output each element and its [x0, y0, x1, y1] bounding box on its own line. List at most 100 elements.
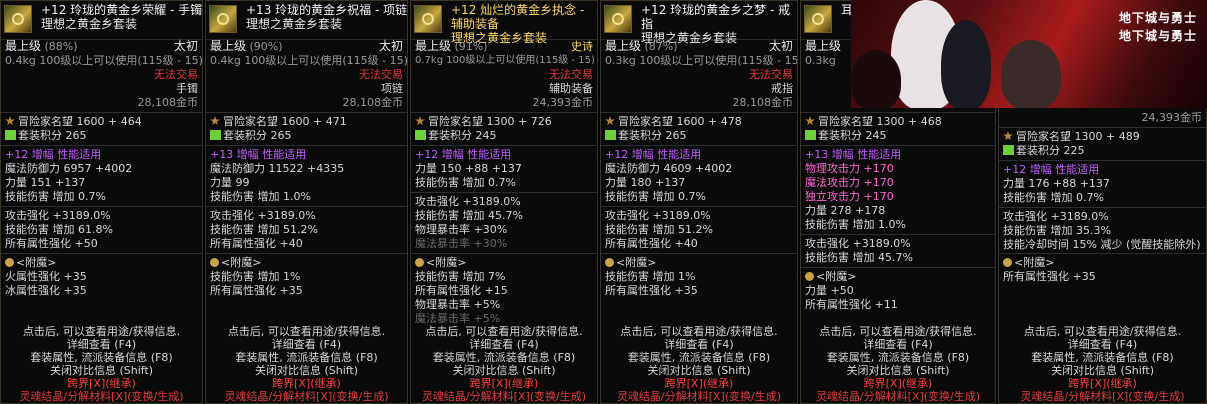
footer-line: 关闭对比信息 (Shift) — [49, 364, 154, 377]
stat-line: 技能伤害 增加 0.7% — [415, 176, 516, 189]
stat-line: 技能伤害 增加 1.0% — [210, 190, 311, 203]
footer-line: 点击后, 可以查看用途/获得信息. — [620, 325, 778, 338]
stat-line: 魔法暴击率 +30% — [415, 237, 508, 250]
stat-line: 魔法防御力 6957 +4002 — [5, 162, 133, 175]
set-points-label: 套装积分 — [428, 129, 472, 142]
slot-type: 戒指 — [771, 82, 793, 95]
fame-label: 冒险家名望 — [818, 115, 873, 128]
fame-label: 冒险家名望 — [618, 115, 673, 128]
auxiliary-equipment-icon — [414, 5, 442, 33]
fame-label: 冒险家名望 — [428, 115, 483, 128]
rarity: 太初 — [378, 39, 403, 53]
fame-icon — [1003, 131, 1013, 141]
amplify-line: +13 增幅 性能适用 — [805, 148, 902, 161]
footer-line: 跨界[X](继承) — [272, 377, 341, 390]
item-title: +13 玲珑的黄金乡祝福 - 项链 — [246, 3, 408, 17]
stat-line: 力量 151 +137 — [5, 176, 86, 189]
enchant-header: <附魔> — [1014, 256, 1055, 269]
footer-line: 点击后, 可以查看用途/获得信息. — [425, 325, 583, 338]
stat-line: 技能伤害 增加 45.7% — [805, 251, 913, 264]
enchant-icon — [805, 272, 814, 281]
enchant-header: <附魔> — [221, 256, 262, 269]
fame-value: 1300 + 489 — [1074, 130, 1140, 143]
grade-pct: (90%) — [249, 40, 283, 53]
tooltip-footer: 点击后, 可以查看用途/获得信息. 详细查看 (F4) 套装属性, 流派装备信息… — [801, 325, 995, 403]
footer-line: 跨界[X](继承) — [664, 377, 734, 390]
fame-value: 1300 + 726 — [486, 115, 552, 128]
weight: 0.4kg — [5, 54, 36, 67]
enchant-line: 所有属性强化 +11 — [805, 298, 898, 311]
game-banner-artwork: 地下城与勇士 地下城与勇士 — [851, 0, 1207, 108]
footer-line: 灵魂结晶/分解材料[X](变换/生成) — [224, 390, 389, 403]
grade-pct: (88%) — [44, 40, 78, 53]
enchant-icon — [5, 258, 14, 267]
level-req: 100级以上可以使用(115级 - 15) — [39, 54, 203, 67]
tooltip-footer: 点击后, 可以查看用途/获得信息. 详细查看 (F4) 套装属性, 流派装备信息… — [206, 325, 407, 403]
stat-line: 攻击强化 +3189.0% — [210, 209, 316, 222]
price: 28,108金币 — [342, 96, 404, 109]
set-points-label: 套装积分 — [818, 129, 862, 142]
set-points-label: 套装积分 — [18, 129, 62, 142]
earring-icon — [804, 5, 832, 33]
fame-icon — [805, 116, 815, 126]
set-points-value: 245 — [865, 129, 887, 142]
tooltip-header: +12 灿烂的黄金乡执念 - 辅助装备 理想之黄金乡套装 — [411, 1, 597, 45]
footer-line: 点击后, 可以查看用途/获得信息. — [819, 325, 977, 338]
enchant-header: <附魔> — [426, 256, 467, 269]
trade-status: 无法交易 — [549, 68, 593, 81]
footer-line: 详细查看 (F4) — [863, 338, 933, 351]
set-name: 理想之黄金乡套装 — [41, 17, 138, 31]
set-points-label: 套装积分 — [1016, 144, 1060, 157]
slot-type: 手镯 — [176, 82, 198, 95]
footer-line: 关闭对比信息 (Shift) — [846, 364, 950, 377]
stat-line: 技能伤害 增加 0.7% — [605, 190, 706, 203]
set-points-label: 套装积分 — [618, 129, 662, 142]
set-name: 理想之黄金乡套装 — [246, 17, 343, 31]
fame-value: 1600 + 478 — [676, 115, 742, 128]
fame-icon — [415, 116, 425, 126]
stat-line: 技能冷却时间 15% 减少 (觉醒技能除外) — [1003, 238, 1201, 251]
price: 24,393金币 — [1141, 111, 1203, 124]
footer-line: 灵魂结晶/分解材料[X](变换/生成) — [1020, 390, 1185, 403]
footer-line: 套装属性, 流派装备信息 (F8) — [432, 351, 576, 364]
stat-line: 魔法防御力 4609 +4002 — [605, 162, 733, 175]
footer-line: 点击后, 可以查看用途/获得信息. — [22, 325, 181, 338]
set-points-icon — [415, 130, 426, 140]
enchant-line: 技能伤害 增加 1% — [210, 270, 301, 283]
fame-value: 1300 + 468 — [876, 115, 942, 128]
rarity: 太初 — [768, 39, 793, 53]
item-title: +12 玲珑的黄金乡之梦 - 戒指 — [641, 3, 791, 31]
fame-value: 1600 + 464 — [76, 115, 142, 128]
set-points-value: 245 — [475, 129, 497, 142]
enchant-header: <附魔> — [616, 256, 657, 269]
enchant-line: 火属性强化 +35 — [5, 270, 87, 283]
grade-pct: (87%) — [644, 40, 678, 53]
set-points-value: 265 — [270, 129, 292, 142]
item-tooltip-3: +12 灿烂的黄金乡执念 - 辅助装备 理想之黄金乡套装 最上级 (91%) 史诗… — [410, 0, 598, 404]
item-title: +12 玲珑的黄金乡荣耀 - 手镯 — [41, 3, 203, 17]
footer-line: 点击后, 可以查看用途/获得信息. — [1023, 325, 1182, 338]
grade: 最上级 — [415, 39, 452, 53]
stat-line: 技能伤害 增加 0.7% — [5, 190, 106, 203]
stat-line: 攻击强化 +3189.0% — [415, 195, 521, 208]
tooltip-header: +12 玲珑的黄金乡之梦 - 戒指 理想之黄金乡套装 — [601, 1, 797, 45]
fame-label: 冒险家名望 — [18, 115, 73, 128]
game-logo: 地下城与勇士 — [1118, 29, 1197, 43]
amplify-line: +12 增幅 性能适用 — [5, 148, 102, 161]
trade-status: 无法交易 — [359, 68, 403, 81]
item-tooltip-4: +12 玲珑的黄金乡之梦 - 戒指 理想之黄金乡套装 最上级 (87%) 太初 0… — [600, 0, 798, 404]
stat-line: 物理暴击率 +30% — [415, 223, 508, 236]
set-points-icon — [605, 130, 616, 140]
tooltip-footer: 点击后, 可以查看用途/获得信息. 详细查看 (F4) 套装属性, 流派装备信息… — [411, 325, 597, 403]
footer-line: 详细查看 (F4) — [1067, 338, 1138, 351]
set-points-icon — [805, 130, 816, 140]
weight: 0.3kg — [605, 54, 636, 67]
enchant-icon — [415, 258, 424, 267]
character-figure — [941, 20, 991, 108]
tooltip-footer: 点击后, 可以查看用途/获得信息. 详细查看 (F4) 套装属性, 流派装备信息… — [601, 325, 797, 403]
tooltip-header: +12 玲珑的黄金乡荣耀 - 手镯 理想之黄金乡套装 — [1, 1, 202, 40]
level-req: 100级以上可以使用(115级 - 15) — [639, 54, 798, 67]
footer-line: 套装属性, 流派装备信息 (F8) — [1031, 351, 1174, 364]
enchant-line: 技能伤害 增加 7% — [415, 270, 506, 283]
enchant-icon — [1003, 258, 1012, 267]
